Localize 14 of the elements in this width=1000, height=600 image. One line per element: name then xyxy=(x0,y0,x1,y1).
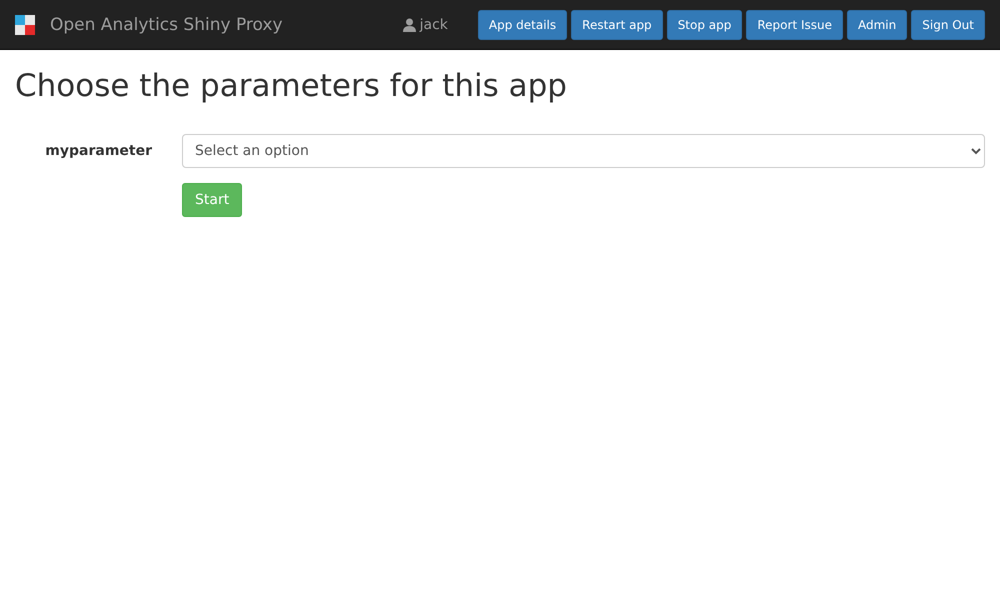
brand-title[interactable]: Open Analytics Shiny Proxy xyxy=(50,14,283,34)
nav-button[interactable]: Stop app xyxy=(666,10,742,40)
nav-button[interactable]: Admin xyxy=(847,10,908,40)
start-button[interactable]: Start xyxy=(182,183,242,217)
nav-button[interactable]: Sign Out xyxy=(911,10,985,40)
parameter-select[interactable]: Select an option xyxy=(182,134,985,168)
nav-button[interactable]: Report Issue xyxy=(746,10,843,40)
nav-button[interactable]: App details xyxy=(478,10,568,40)
nav-button[interactable]: Restart app xyxy=(571,10,663,40)
parameter-label: myparameter xyxy=(44,143,153,159)
page-heading: Choose the parameters for this app xyxy=(15,68,568,104)
logo-icon xyxy=(15,14,35,34)
username: jack xyxy=(420,16,448,32)
user-icon xyxy=(402,18,416,32)
